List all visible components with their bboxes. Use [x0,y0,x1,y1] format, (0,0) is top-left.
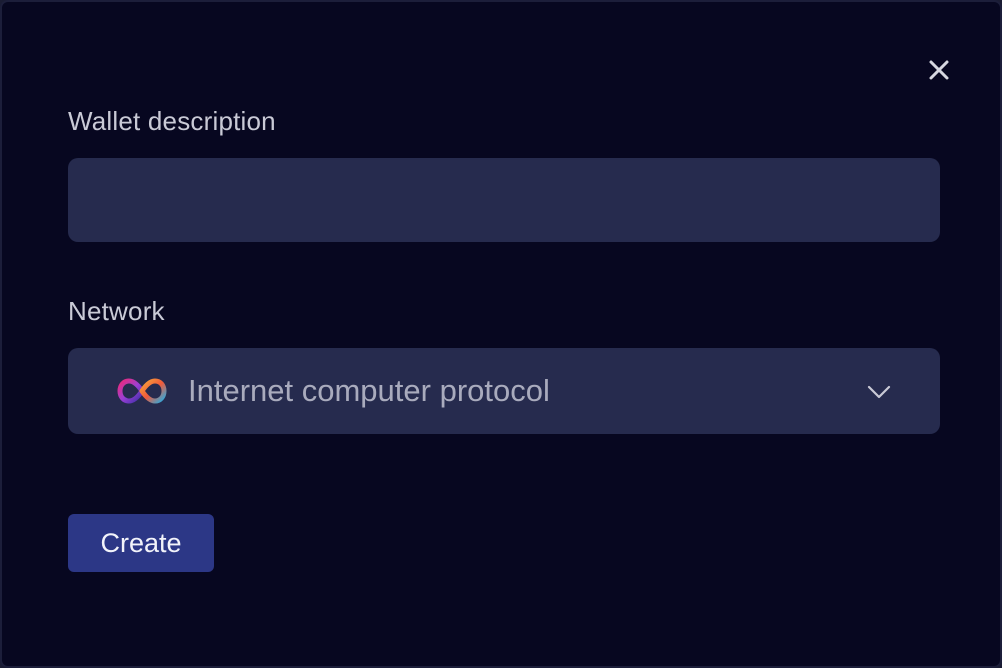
network-select[interactable]: Internet computer protocol [68,348,940,434]
create-wallet-dialog: Wallet description Network Internet comp… [0,0,1002,668]
wallet-description-label: Wallet description [68,106,276,136]
close-icon[interactable] [923,54,955,86]
close-button[interactable] [923,54,955,86]
infinity-logo-icon [116,376,168,406]
wallet-description-input[interactable] [68,158,940,242]
network-selected-value: Internet computer protocol [188,373,550,408]
create-button[interactable]: Create [68,514,214,572]
network-label: Network [68,296,165,326]
chevron-down-icon[interactable] [866,380,892,402]
